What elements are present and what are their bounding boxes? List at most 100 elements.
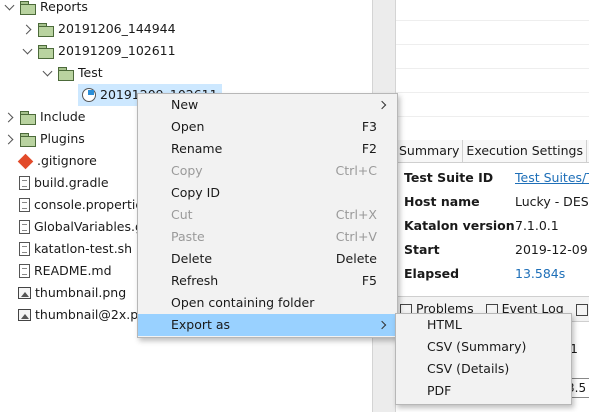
file-icon [19, 242, 30, 256]
tree-item-label: README.md [34, 263, 112, 278]
tab-summary[interactable]: Summary [396, 140, 464, 162]
tree-item-report-20191209[interactable]: 20191209_102611 [22, 40, 176, 62]
test-suite-link[interactable]: Test Suites/T [515, 166, 589, 190]
menu-item-label: Paste [171, 229, 205, 244]
export-csv-summary[interactable]: CSV (Summary) [396, 336, 571, 358]
submenu-item-label: CSV (Details) [427, 361, 510, 376]
folder-icon [58, 66, 74, 81]
tree-item-label: Reports [40, 0, 88, 14]
folder-icon [20, 132, 36, 147]
menu-item-export-as[interactable]: Export as [138, 314, 397, 336]
image-icon [18, 287, 31, 299]
tree-item-label: katatlon-test.sh [34, 241, 133, 256]
property-row: Start 2019-12-09 1 [396, 238, 589, 262]
menu-item-new[interactable]: New [138, 94, 397, 116]
menu-item-label: Rename [171, 141, 223, 156]
tree-item-label: Include [40, 109, 86, 124]
folder-icon [20, 0, 36, 15]
grid-line [396, 20, 589, 21]
tree-item-report-20191206[interactable]: 20191206_144944 [22, 18, 176, 40]
tree-item-label: 20191209_102611 [58, 43, 176, 58]
file-icon [19, 220, 30, 234]
tree-item-thumbnail-2x[interactable]: thumbnail@2x.png [16, 304, 154, 326]
chevron-down-icon[interactable] [42, 67, 54, 79]
grid-line [396, 92, 589, 93]
submenu-item-label: HTML [427, 317, 462, 332]
export-html[interactable]: HTML [396, 314, 571, 336]
menu-item-open[interactable]: Open F3 [138, 116, 397, 138]
tree-item-build-gradle[interactable]: build.gradle [16, 172, 109, 194]
console-icon [575, 303, 588, 316]
menu-item-open-containing-folder[interactable]: Open containing folder [138, 292, 397, 314]
menu-item-shortcut: Ctrl+C [335, 163, 377, 178]
menu-item-shortcut: Ctrl+V [335, 229, 377, 244]
submenu-arrow-icon [377, 100, 387, 110]
menu-item-label: Cut [171, 207, 193, 222]
chevron-down-icon[interactable] [22, 45, 34, 57]
menu-item-rename[interactable]: Rename F2 [138, 138, 397, 160]
folder-icon [38, 22, 54, 37]
tree-item-label: build.gradle [34, 175, 109, 190]
tree-item-plugins[interactable]: Plugins [4, 128, 85, 150]
export-submenu: HTML CSV (Summary) CSV (Details) PDF [395, 313, 572, 405]
tree-item-include[interactable]: Include [4, 106, 86, 128]
submenu-item-label: PDF [427, 383, 452, 398]
tree-item-label: thumbnail.png [35, 285, 127, 300]
grid-line [396, 44, 589, 45]
grid-line [396, 116, 589, 117]
grid-line [396, 68, 589, 69]
tree-item-katatlon-test[interactable]: katatlon-test.sh [16, 238, 132, 260]
report-grid [396, 0, 589, 136]
menu-item-label: New [171, 97, 199, 112]
tree-item-readme[interactable]: README.md [16, 260, 112, 282]
tree-item-thumbnail[interactable]: thumbnail.png [16, 282, 126, 304]
tree-item-console-properties[interactable]: console.properties [16, 194, 150, 216]
tree-item-label: .gitignore [37, 153, 97, 168]
menu-item-copy[interactable]: Copy Ctrl+C [138, 160, 397, 182]
tree-item-gitignore[interactable]: .gitignore [16, 150, 97, 172]
menu-item-shortcut: F3 [361, 119, 377, 134]
menu-item-paste[interactable]: Paste Ctrl+V [138, 226, 397, 248]
image-icon [18, 309, 31, 321]
summary-properties: Test Suite ID Test Suites/T Host name Lu… [396, 166, 589, 286]
tree-item-label: console.properties [34, 197, 150, 212]
tab-partial-bottom[interactable]: C [572, 297, 589, 321]
menu-item-label: Refresh [171, 273, 219, 288]
file-icon [19, 198, 30, 212]
export-pdf[interactable]: PDF [396, 380, 571, 402]
folder-icon [38, 44, 54, 59]
chevron-down-icon[interactable] [4, 1, 16, 13]
property-row: Elapsed 13.584s [396, 262, 589, 286]
tab-execution-settings[interactable]: Execution Settings [463, 140, 588, 162]
menu-item-label: Copy [171, 163, 203, 178]
export-csv-details[interactable]: CSV (Details) [396, 358, 571, 380]
git-icon [17, 153, 34, 169]
menu-item-shortcut: F2 [361, 141, 377, 156]
menu-item-delete[interactable]: Delete Delete [138, 248, 397, 270]
menu-item-label: Open containing folder [171, 295, 315, 310]
property-row: Test Suite ID Test Suites/T [396, 166, 589, 190]
tree-item-reports[interactable]: Reports [4, 0, 88, 18]
file-icon [19, 176, 30, 190]
submenu-arrow-icon [377, 320, 387, 330]
property-row: Host name Lucky - DESK [396, 190, 589, 214]
menu-item-shortcut: Ctrl+X [335, 207, 377, 222]
chevron-right-icon[interactable] [22, 23, 34, 35]
report-icon [82, 88, 96, 102]
chevron-right-icon[interactable] [4, 133, 16, 145]
property-value: Lucky - DESK [515, 194, 589, 209]
property-key: Katalon version [404, 218, 515, 233]
menu-item-shortcut: F5 [361, 273, 377, 288]
menu-item-cut[interactable]: Cut Ctrl+X [138, 204, 397, 226]
property-value: 13.584s [515, 266, 566, 281]
context-menu: New Open F3 Rename F2 Copy Ctrl+C Copy I… [137, 93, 398, 338]
chevron-right-icon[interactable] [4, 111, 16, 123]
menu-item-label: Copy ID [171, 185, 220, 200]
tree-item-test[interactable]: Test [42, 62, 103, 84]
menu-item-refresh[interactable]: Refresh F5 [138, 270, 397, 292]
folder-icon [20, 110, 36, 125]
menu-item-label: Delete [171, 251, 213, 266]
property-value: 7.1.0.1 [515, 218, 559, 233]
tree-item-label: 20191206_144944 [58, 21, 176, 36]
menu-item-copy-id[interactable]: Copy ID [138, 182, 397, 204]
